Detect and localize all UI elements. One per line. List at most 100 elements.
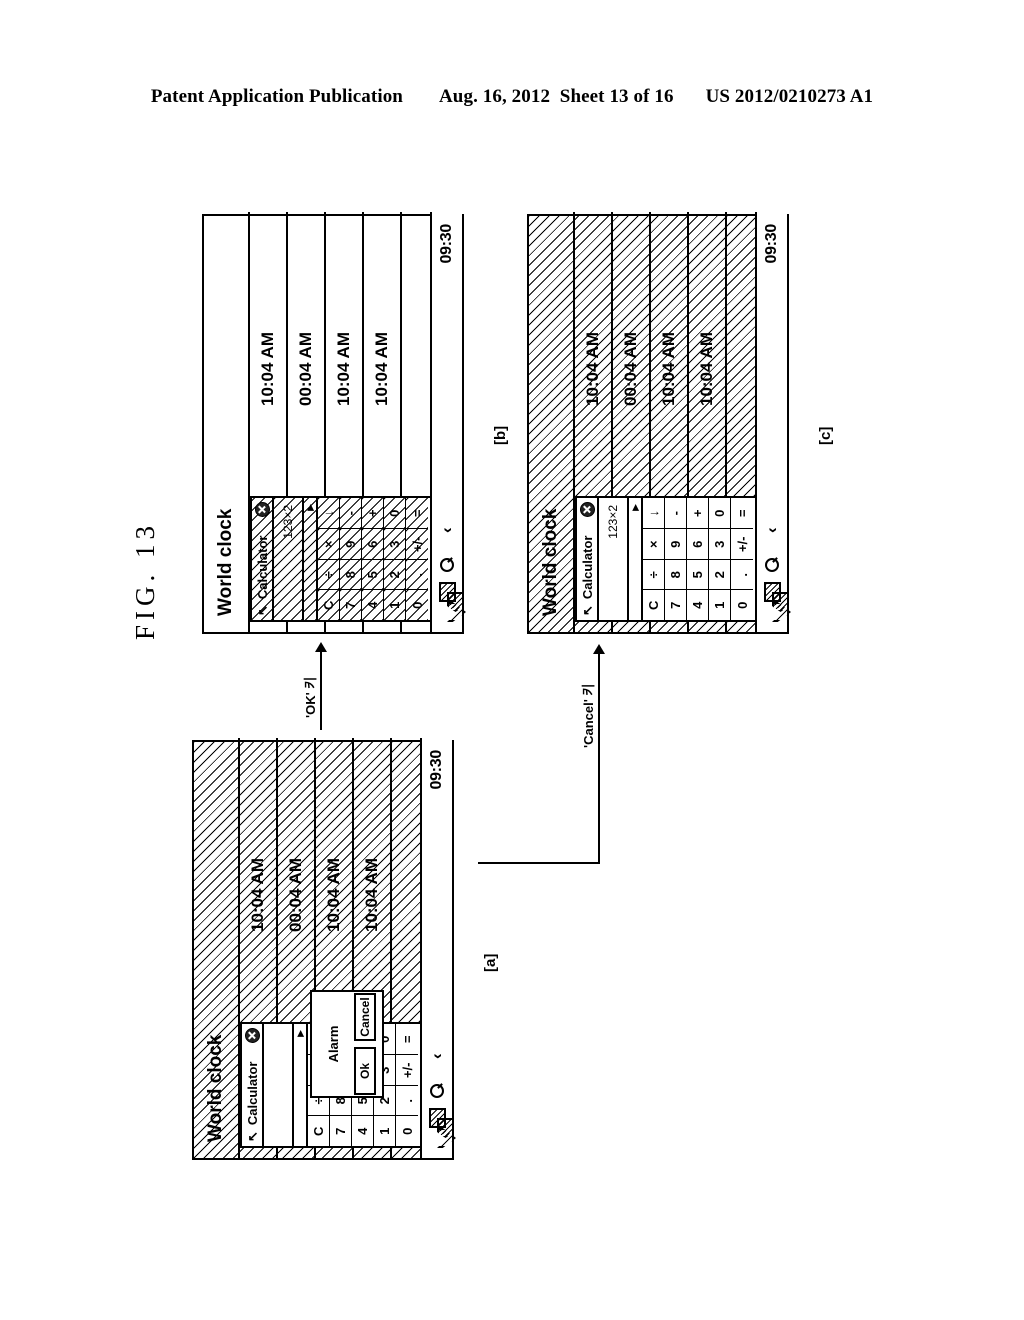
panel-b-screen: World clock 10:04 AM 00:04 AM 10:04 AM 1…	[202, 212, 464, 634]
caret-icon[interactable]: ‹	[437, 527, 457, 533]
calc-key[interactable]: 0	[406, 589, 428, 620]
close-icon[interactable]	[579, 502, 595, 517]
calc-key[interactable]: 1	[709, 589, 731, 620]
calculator-display-c: 123×2	[599, 498, 629, 620]
calc-key[interactable]: =	[731, 498, 753, 529]
world-clock-title-text-b: World clock	[215, 508, 236, 616]
arrow-cancel-line-v	[598, 652, 600, 864]
calc-key[interactable]: =	[406, 498, 428, 529]
calculator-display-b: 123×2	[274, 498, 304, 620]
calc-key[interactable]: ÷	[643, 559, 665, 590]
calc-key[interactable]: C	[318, 589, 340, 620]
calc-key[interactable]: 5	[362, 559, 384, 590]
calc-key[interactable]: 1	[384, 589, 406, 620]
calculator-window-c[interactable]: ↖ Calculator 123×2 ▶ C ÷ × ↓ 7 8 9 - 4 5	[575, 496, 757, 622]
calc-key[interactable]: +	[687, 498, 709, 529]
calc-key[interactable]: 4	[687, 589, 709, 620]
phone-screen-b: World clock 10:04 AM 00:04 AM 10:04 AM 1…	[202, 212, 464, 634]
calc-key[interactable]: -	[665, 498, 687, 529]
calc-key[interactable]: ↓	[643, 498, 665, 529]
calc-key[interactable]: +/-	[396, 1054, 418, 1085]
search-icon[interactable]	[430, 1083, 445, 1098]
calculator-titlebar-c: ↖ Calculator	[577, 498, 599, 620]
calc-key[interactable]: 9	[340, 528, 362, 559]
calc-key[interactable]: 3	[384, 528, 406, 559]
back-arrow-icon[interactable]: ↖	[580, 605, 595, 616]
calculator-titlebar-a: ↖ Calculator	[242, 1024, 264, 1146]
calc-key[interactable]: ÷	[318, 559, 340, 590]
alarm-cancel-button[interactable]: Cancel	[354, 993, 376, 1041]
alarm-ok-button[interactable]: Ok	[354, 1047, 376, 1095]
close-icon[interactable]	[254, 502, 270, 517]
calc-key[interactable]: ×	[318, 528, 340, 559]
calc-key[interactable]: ↓	[318, 498, 340, 529]
calc-key[interactable]: -	[340, 498, 362, 529]
calc-key[interactable]: 9	[665, 528, 687, 559]
calc-key[interactable]: 5	[687, 559, 709, 590]
calc-key[interactable]: 7	[330, 1115, 352, 1146]
search-icon[interactable]	[440, 557, 455, 572]
arrow-ok-line	[320, 648, 322, 730]
calc-key[interactable]: 4	[362, 589, 384, 620]
status-clock-b: 09:30	[438, 224, 455, 264]
calc-key[interactable]: .	[731, 559, 753, 590]
world-clock-title-text-c: World clock	[540, 508, 561, 616]
alarm-dialog[interactable]: Alarm Ok Cancel	[310, 990, 384, 1098]
calc-key[interactable]: .	[406, 559, 428, 590]
calc-key[interactable]: 6	[362, 528, 384, 559]
calc-key[interactable]: 0	[731, 589, 753, 620]
back-arrow-icon[interactable]: ↖	[255, 605, 270, 616]
navbar-icons-a: ‹	[427, 1053, 447, 1158]
calc-key[interactable]: 0	[396, 1115, 418, 1146]
navbar-icons-b: ‹	[437, 527, 457, 632]
calculator-mode-marker-b[interactable]: ▶	[304, 498, 318, 620]
calc-key[interactable]: 8	[665, 559, 687, 590]
status-clock-c: 09:30	[763, 224, 780, 264]
calc-key[interactable]: 0	[709, 498, 731, 529]
panel-c-screen: World clock 10:04 AM 00:04 AM 10:04 AM 1…	[527, 212, 789, 634]
world-clock-title-c: World clock	[529, 212, 575, 632]
world-clock-time-b: 10:04 AM	[372, 332, 391, 407]
arrow-cancel-head	[593, 644, 605, 654]
calc-key[interactable]: .	[396, 1085, 418, 1116]
drawing-stage: World clock 10:04 AM 00:04 AM 10:04 AM 1…	[0, 0, 1024, 1320]
calc-key[interactable]: 4	[352, 1115, 374, 1146]
caret-icon[interactable]: ‹	[427, 1053, 447, 1059]
calc-key[interactable]: =	[396, 1024, 418, 1055]
arrow-cancel-line-h	[478, 862, 600, 864]
calc-key[interactable]: 3	[709, 528, 731, 559]
panel-tag-b: [b]	[492, 425, 509, 445]
calc-key[interactable]: 7	[665, 589, 687, 620]
alarm-dialog-title: Alarm	[325, 1025, 341, 1063]
calc-key[interactable]: ×	[643, 528, 665, 559]
back-arrow-icon[interactable]: ↖	[245, 1131, 260, 1142]
calculator-title-a: Calculator	[244, 1061, 260, 1126]
calc-key[interactable]: 2	[384, 559, 406, 590]
calculator-window-b[interactable]: ↖ Calculator 123×2 ▶ C ÷ × ↓ 7 8 9 - 4 5	[250, 496, 432, 622]
calc-key[interactable]: 2	[709, 559, 731, 590]
phone-screen-a: World clock 10:04 AM 00:04 AM 10:04 AM 1…	[192, 738, 454, 1160]
calculator-mode-marker-a[interactable]: ▶	[294, 1024, 308, 1146]
world-clock-time-a: 10:04 AM	[248, 858, 267, 933]
calc-key[interactable]: +/-	[406, 528, 428, 559]
calc-key[interactable]: +	[362, 498, 384, 529]
world-clock-title-a: World clock	[194, 738, 240, 1158]
panel-a-screen: World clock 10:04 AM 00:04 AM 10:04 AM 1…	[192, 738, 454, 1160]
calc-key[interactable]: C	[308, 1115, 330, 1146]
calculator-mode-marker-c[interactable]: ▶	[629, 498, 643, 620]
calc-key[interactable]: 7	[340, 589, 362, 620]
calc-key[interactable]: +/-	[731, 528, 753, 559]
calc-key[interactable]: C	[643, 589, 665, 620]
navbar-b: ‹ 09:30	[430, 212, 462, 632]
world-clock-time-c: 10:04 AM	[583, 332, 602, 407]
world-clock-time-b: 10:04 AM	[258, 332, 277, 407]
calc-key[interactable]: 0	[384, 498, 406, 529]
calc-key[interactable]: 6	[687, 528, 709, 559]
caret-icon[interactable]: ‹	[762, 527, 782, 533]
close-icon[interactable]	[244, 1028, 260, 1043]
navbar-c: ‹ 09:30	[755, 212, 787, 632]
calc-key[interactable]: 1	[374, 1115, 396, 1146]
search-icon[interactable]	[765, 557, 780, 572]
calc-key[interactable]: 8	[340, 559, 362, 590]
arrow-ok-head	[315, 642, 327, 652]
